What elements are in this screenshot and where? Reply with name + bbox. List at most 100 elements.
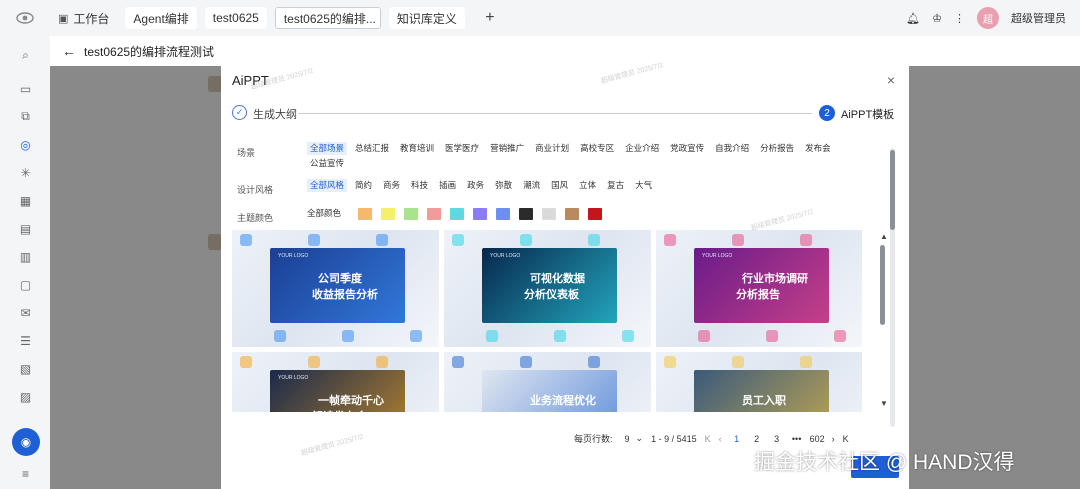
bell-icon[interactable]: 🔔︎ <box>906 12 920 25</box>
tab-knowledge-base[interactable]: 知识库定义 <box>388 7 465 29</box>
screen-icon[interactable]: ▭ <box>19 82 32 96</box>
scene-option[interactable]: 党政宣传 <box>667 142 707 155</box>
scene-option[interactable]: 商业计划 <box>532 142 572 155</box>
template-logo-text: YOUR LOGO <box>278 253 309 259</box>
avatar[interactable]: 超 <box>977 7 999 29</box>
template-decoration <box>376 356 388 368</box>
tab-label: 知识库定义 <box>396 11 457 26</box>
style-option[interactable]: 科技 <box>408 179 431 192</box>
color-swatch[interactable] <box>358 207 373 220</box>
color-swatch[interactable] <box>404 207 419 220</box>
color-swatch[interactable] <box>427 207 442 220</box>
template-cover: YOUR LOGO 行业市场调研 分析报告 <box>694 248 829 323</box>
color-swatch[interactable] <box>542 207 557 220</box>
template-cover: YOUR LOGO 一帧牵动千心解读发布会 <box>270 370 405 412</box>
lock-icon[interactable]: ▢ <box>19 278 32 292</box>
template-decoration <box>342 330 354 342</box>
close-icon[interactable]: × <box>887 72 895 88</box>
template-card[interactable]: YOUR LOGO 一帧牵动千心解读发布会 <box>232 352 439 412</box>
style-option[interactable]: 全部风格 <box>307 179 348 192</box>
style-option[interactable]: 政务 <box>464 179 487 192</box>
scene-option[interactable]: 自我介绍 <box>712 142 752 155</box>
user-name[interactable]: 超级管理员 <box>1011 10 1066 26</box>
scroll-up-icon[interactable]: ▲ <box>880 232 888 241</box>
color-swatch[interactable] <box>381 207 396 220</box>
scene-option[interactable]: 全部场景 <box>307 142 348 155</box>
left-sidebar: ⌕ ▭ ⧉ ◎ ✳ ▦ ▤ ▥ ▢ ✉ ☰ ▧ ▨ ◉ ≡ <box>0 36 50 489</box>
template-scrollbar[interactable]: ▲ ▼ <box>880 232 888 412</box>
style-option[interactable]: 简约 <box>352 179 375 192</box>
scene-option[interactable]: 高校专区 <box>577 142 617 155</box>
scene-option[interactable]: 教育培训 <box>397 142 437 155</box>
style-option[interactable]: 国风 <box>548 179 571 192</box>
mail-icon[interactable]: ✉ <box>19 306 32 320</box>
chef-hat-icon[interactable]: ♔ <box>932 12 942 25</box>
style-option[interactable]: 潮流 <box>520 179 543 192</box>
scroll-down-icon[interactable]: ▼ <box>880 399 888 408</box>
color-swatch[interactable] <box>496 207 511 220</box>
more-icon[interactable]: ⋮ <box>954 12 965 25</box>
style-option[interactable]: 商务 <box>380 179 403 192</box>
all-colors-option[interactable]: 全部颜色 <box>304 207 344 220</box>
scene-option[interactable]: 分析报告 <box>757 142 797 155</box>
scene-option[interactable]: 发布会 <box>802 142 834 155</box>
scene-option[interactable]: 医学医疗 <box>442 142 482 155</box>
page-title: test0625的编排流程测试 <box>84 44 215 59</box>
template-decoration <box>240 356 252 368</box>
scene-option[interactable]: 营销推广 <box>487 142 527 155</box>
network-icon[interactable]: ✳ <box>19 166 32 180</box>
scene-option[interactable]: 企业介绍 <box>622 142 662 155</box>
step-outline-label[interactable]: 生成大纲 <box>253 106 297 122</box>
step-template-label[interactable]: AiPPT模板 <box>841 106 894 122</box>
template-card[interactable]: 业务流程优化 <box>444 352 651 412</box>
tab-workbench[interactable]: ▣ 工作台 <box>50 7 117 29</box>
modal-scrollbar[interactable] <box>890 148 895 427</box>
color-swatch[interactable] <box>519 207 534 220</box>
tab-agent-orchestration[interactable]: Agent编排 <box>125 7 197 29</box>
template-card[interactable]: 员工入职 <box>656 352 862 412</box>
search-icon[interactable]: ⌕ <box>19 48 32 62</box>
tab-test0625-orchestration[interactable]: test0625的编排... <box>274 7 381 29</box>
style-option[interactable]: 插画 <box>436 179 459 192</box>
clipboard-icon[interactable]: ▨ <box>19 390 32 404</box>
app-logo[interactable] <box>0 0 50 36</box>
template-logo-text: YOUR LOGO <box>278 375 309 381</box>
menu-collapse-icon[interactable]: ≡ <box>19 467 32 481</box>
color-swatch[interactable] <box>450 207 465 220</box>
template-scroll-thumb[interactable] <box>880 245 885 325</box>
modal-scroll-thumb[interactable] <box>890 150 895 230</box>
style-option[interactable]: 复古 <box>604 179 627 192</box>
credit-watermark: 掘金技术社区 @ HAND汉得 <box>754 451 1015 474</box>
template-decoration <box>664 234 676 246</box>
color-swatch[interactable] <box>565 207 580 220</box>
template-decoration <box>274 330 286 342</box>
template-title-line2: 解读发布会 <box>312 408 367 412</box>
template-card[interactable]: YOUR LOGO 公司季度 收益报告分析 <box>232 230 439 347</box>
document-icon[interactable]: ☰ <box>19 334 32 348</box>
template-card[interactable]: YOUR LOGO 行业市场调研 分析报告 <box>656 230 862 347</box>
aippt-modal: AiPPT × ✓ 生成大纲 2 AiPPT模板 场景 全部场景 总结汇报 教育培训… <box>221 66 909 489</box>
style-option[interactable]: 立体 <box>576 179 599 192</box>
style-option[interactable]: 弥散 <box>492 179 515 192</box>
page-header: ← test0625的编排流程测试 <box>50 36 1080 66</box>
template-cover: 员工入职 <box>694 370 829 412</box>
template-title-line1: 员工入职 <box>742 395 786 407</box>
folder-icon[interactable]: ▤ <box>19 222 32 236</box>
ai-agent-icon[interactable]: ◎ <box>19 138 32 152</box>
color-swatch[interactable] <box>473 207 488 220</box>
scene-option[interactable]: 公益宣传 <box>307 157 347 170</box>
image-icon[interactable]: ▧ <box>19 362 32 376</box>
template-card[interactable]: YOUR LOGO 可视化数据 分析仪表板 <box>444 230 651 347</box>
color-swatch[interactable] <box>588 207 603 220</box>
add-tab-button[interactable]: + <box>479 7 501 29</box>
scene-option[interactable]: 总结汇报 <box>352 142 392 155</box>
calendar-icon[interactable]: ▦ <box>19 194 32 208</box>
tab-test0625[interactable]: test0625 <box>204 7 267 29</box>
org-chart-icon[interactable]: ⧉ <box>19 109 32 123</box>
template-decoration <box>486 330 498 342</box>
template-grid: YOUR LOGO 公司季度 收益报告分析 YOUR LOGO 可视化数据 分析仪表板 YO… <box>232 230 862 412</box>
chart-icon[interactable]: ▥ <box>19 250 32 264</box>
assistant-bot-icon[interactable]: ◉ <box>12 428 40 456</box>
style-option[interactable]: 大气 <box>632 179 655 192</box>
back-arrow-icon[interactable]: ← <box>62 43 76 59</box>
